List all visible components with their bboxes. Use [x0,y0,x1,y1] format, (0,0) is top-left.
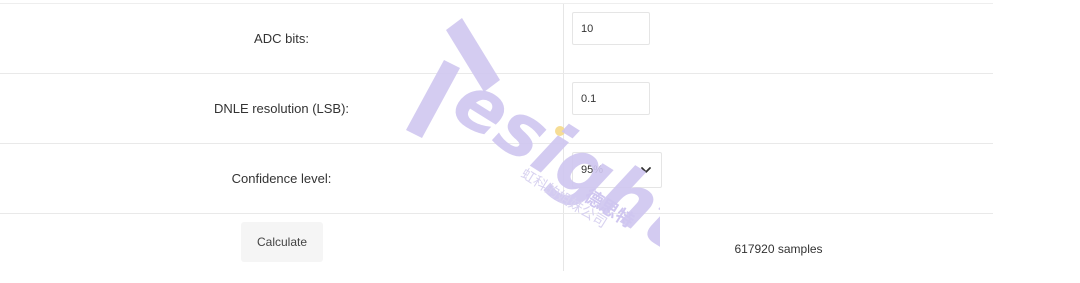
result-text: 617920 samples [734,241,823,256]
dnle-resolution-label: DNLE resolution (LSB): [213,101,350,116]
result-cell: 617920 samples [564,214,993,283]
adc-bits-cell [564,4,993,73]
confidence-level-value: 95% [581,164,604,176]
calculator-form: ADC bits: DNLE resolution (LSB): Confide… [0,4,993,283]
row-calculate: Calculate 617920 samples [0,214,993,283]
calculate-button[interactable]: Calculate [241,222,323,262]
row-dnle-resolution: DNLE resolution (LSB): [0,74,993,144]
calculate-cell: Calculate [0,214,563,283]
confidence-level-cell: 95% [564,144,993,213]
confidence-level-label: Confidence level: [231,171,332,186]
chevron-down-icon [641,167,651,173]
row-adc-bits: ADC bits: [0,4,993,74]
adc-bits-input[interactable] [572,12,650,45]
confidence-level-select[interactable]: 95% [572,152,662,188]
dnle-resolution-input[interactable] [572,82,650,115]
row-confidence-level: Confidence level: 95% [0,144,993,214]
adc-bits-label: ADC bits: [254,31,309,46]
dnle-resolution-cell [564,74,993,143]
